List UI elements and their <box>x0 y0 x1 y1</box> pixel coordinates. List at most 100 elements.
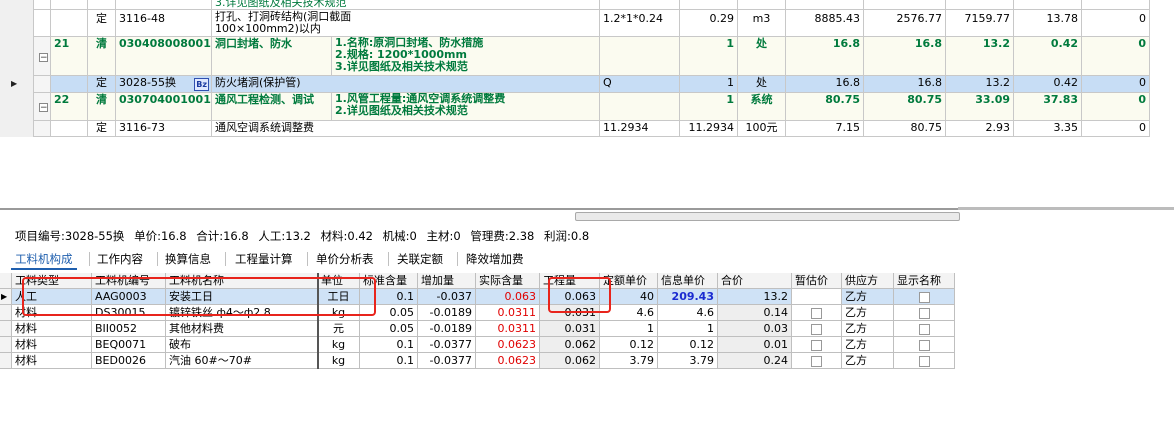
display-name-checkbox[interactable] <box>918 291 930 303</box>
cell-actual-content[interactable]: 0.0623 <box>476 353 540 369</box>
cell-type[interactable]: 材料 <box>12 321 92 337</box>
cell-unit[interactable]: kg <box>318 353 360 369</box>
cell-expr[interactable]: 11.2934 <box>600 121 680 137</box>
cell-display-name[interactable] <box>894 337 955 353</box>
col-header[interactable]: 合价 <box>718 273 792 289</box>
cell-code[interactable]: BII0052 <box>92 321 166 337</box>
cell-code[interactable]: BED0026 <box>92 353 166 369</box>
cell-code[interactable]: 030408008001 <box>116 37 212 76</box>
cell-provisional[interactable] <box>792 289 842 305</box>
cell-add-amount[interactable]: -0.0189 <box>418 321 476 337</box>
cell-name[interactable]: 通风空调系统调整费 <box>212 121 600 137</box>
cell-name[interactable]: 汽油 60#～70# <box>166 353 318 369</box>
cell-info-price[interactable]: 1 <box>658 321 718 337</box>
cell-qty[interactable]: 11.2934 <box>680 121 738 137</box>
cell-code[interactable]: 3028-55换 Bz <box>116 76 212 93</box>
cell-actual-content[interactable]: 0.0623 <box>476 337 540 353</box>
tab-conversion-info[interactable]: 换算信息 <box>161 250 215 268</box>
cell-code[interactable]: 3116-73 <box>116 121 212 137</box>
col-header[interactable]: 信息单价 <box>658 273 718 289</box>
tab-quantity-calc[interactable]: 工程量计算 <box>231 250 297 268</box>
display-name-checkbox[interactable] <box>918 355 930 367</box>
cell-std-content[interactable]: 0.1 <box>360 353 418 369</box>
col-header[interactable]: 实际含量 <box>476 273 540 289</box>
cell-unit[interactable]: kg <box>318 337 360 353</box>
cell-expr[interactable]: 1.2*1*0.24 <box>600 10 680 37</box>
tab-efficiency-surcharge[interactable]: 降效增加费 <box>462 250 528 268</box>
cell-qty[interactable]: 1 <box>680 93 738 121</box>
collapse-toggle-icon[interactable]: − <box>39 53 48 63</box>
collapse-toggle-icon[interactable]: − <box>39 103 48 113</box>
panel-splitter[interactable] <box>958 207 1174 210</box>
cell-supplier[interactable]: 乙方 <box>842 337 894 353</box>
cell-provisional[interactable] <box>792 305 842 321</box>
cell-qty[interactable]: 0.29 <box>680 10 738 37</box>
provisional-checkbox[interactable] <box>811 355 822 367</box>
cell-expr[interactable]: Q <box>600 76 680 93</box>
cell-expr[interactable] <box>600 37 680 76</box>
scrollbar-thumb[interactable] <box>575 212 960 221</box>
horizontal-scrollbar[interactable] <box>575 210 960 222</box>
cell-expr[interactable] <box>600 93 680 121</box>
tab-related-quota[interactable]: 关联定额 <box>393 250 447 268</box>
cell-actual-content[interactable]: 0.0311 <box>476 305 540 321</box>
cell-actual-content[interactable]: 0.0311 <box>476 321 540 337</box>
tab-unit-price-analysis[interactable]: 单价分析表 <box>312 250 378 268</box>
cell-code[interactable]: 030704001001 <box>116 93 212 121</box>
cell-info-price[interactable]: 4.6 <box>658 305 718 321</box>
bill-item-row[interactable]: 22 清 030704001001 通风工程检测、调试 1.风管工程量:通风空调… <box>0 93 1150 121</box>
col-header[interactable]: 显示名称 <box>894 273 955 289</box>
cell-provisional[interactable] <box>792 321 842 337</box>
cell-qty[interactable]: 1 <box>680 37 738 76</box>
cell-info-price[interactable]: 209.43 <box>658 289 718 305</box>
quota-row[interactable]: 定 3116-73 通风空调系统调整费 11.2934 11.2934 100元… <box>0 121 1150 137</box>
cell-info-price[interactable]: 3.79 <box>658 353 718 369</box>
resource-row[interactable]: 材料 BII0052 其他材料费 元 0.05 -0.0189 0.0311 0… <box>0 321 955 337</box>
provisional-checkbox[interactable] <box>811 323 822 335</box>
cell-supplier[interactable]: 乙方 <box>842 353 894 369</box>
cell-provisional[interactable] <box>792 353 842 369</box>
bill-item-row[interactable]: 21 清 030408008001 洞口封堵、防水 1.名称:原洞口封堵、防水措… <box>0 37 1150 76</box>
resource-row[interactable]: 材料 BED0026 汽油 60#～70# kg 0.1 -0.0377 0.0… <box>0 353 955 369</box>
cell-unit[interactable]: 元 <box>318 321 360 337</box>
cell-name[interactable]: 打孔、打洞砖结构(洞口截面100×100mm2)以内 <box>212 10 600 37</box>
cell-provisional[interactable] <box>792 337 842 353</box>
cell-type[interactable]: 材料 <box>12 337 92 353</box>
cell-name[interactable]: 通风工程检测、调试 <box>212 93 332 121</box>
tab-labor-material-machine[interactable]: 工料机构成 <box>11 250 77 270</box>
display-name-checkbox[interactable] <box>918 339 930 351</box>
cell-add-amount[interactable]: -0.0377 <box>418 353 476 369</box>
quota-row-selected[interactable]: ▶ 定 3028-55换 Bz 防火堵洞(保护管) Q 1 处 16.8 16.… <box>0 76 1150 93</box>
cell-add-amount[interactable]: -0.037 <box>418 289 476 305</box>
cell-actual-content[interactable]: 0.063 <box>476 289 540 305</box>
cell-qty[interactable]: 1 <box>680 76 738 93</box>
cell-info-price[interactable]: 0.12 <box>658 337 718 353</box>
cell-code[interactable]: 3116-48 <box>116 10 212 37</box>
cell-name[interactable]: 洞口封堵、防水 <box>212 37 332 76</box>
col-header[interactable]: 供应方 <box>842 273 894 289</box>
cell-add-amount[interactable]: -0.0377 <box>418 337 476 353</box>
cell-display-name[interactable] <box>894 321 955 337</box>
col-header[interactable]: 暂估价 <box>792 273 842 289</box>
cell-type[interactable]: 材料 <box>12 353 92 369</box>
cell-name[interactable]: 防火堵洞(保护管) <box>212 76 600 93</box>
provisional-checkbox[interactable] <box>811 307 822 319</box>
cell-display-name[interactable] <box>894 353 955 369</box>
cell-display-name[interactable] <box>894 289 955 305</box>
cell-display-name[interactable] <box>894 305 955 321</box>
tab-work-content[interactable]: 工作内容 <box>93 250 147 268</box>
cell-supplier[interactable]: 乙方 <box>842 305 894 321</box>
cell-code[interactable]: BEQ0071 <box>92 337 166 353</box>
display-name-checkbox[interactable] <box>918 307 930 319</box>
cell-supplier[interactable]: 乙方 <box>842 321 894 337</box>
cell-name[interactable]: 其他材料费 <box>166 321 318 337</box>
quota-row[interactable]: 定 3116-48 打孔、打洞砖结构(洞口截面100×100mm2)以内 1.2… <box>0 10 1150 37</box>
cell-std-content[interactable]: 0.05 <box>360 321 418 337</box>
cell-std-content[interactable]: 0.1 <box>360 337 418 353</box>
cell-add-amount[interactable]: -0.0189 <box>418 305 476 321</box>
cell-description[interactable]: 1.风管工程量:通风空调系统调整费 2.详见图纸及相关技术规范 <box>332 93 600 121</box>
col-header[interactable]: 增加量 <box>418 273 476 289</box>
provisional-checkbox[interactable] <box>811 339 822 351</box>
display-name-checkbox[interactable] <box>918 323 930 335</box>
cell-supplier[interactable]: 乙方 <box>842 289 894 305</box>
